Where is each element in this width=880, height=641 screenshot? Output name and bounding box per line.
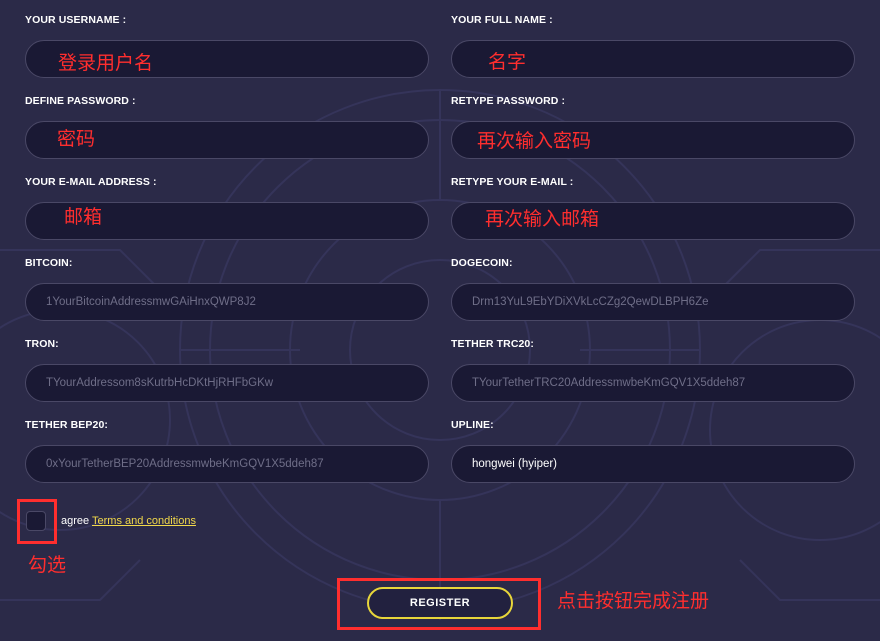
tether-trc20-input[interactable]: TYourTetherTRC20AddressmwbeKmGQV1X5ddeh8… bbox=[451, 364, 855, 402]
tron-input[interactable]: TYourAddressom8sKutrbHcDKtHjRHFbGKw bbox=[25, 364, 429, 402]
retype-email-annotation: 再次输入邮箱 bbox=[485, 209, 600, 230]
agree-text: agree Terms and conditions bbox=[61, 515, 196, 527]
email-annotation: 邮箱 bbox=[64, 207, 103, 228]
username-label: YOUR USERNAME : bbox=[25, 14, 127, 26]
agree-label: agree bbox=[61, 515, 90, 527]
bitcoin-label: BITCOIN: bbox=[25, 257, 73, 269]
retype-email-label: RETYPE YOUR E-MAIL : bbox=[451, 176, 574, 188]
dogecoin-label: DOGECOIN: bbox=[451, 257, 513, 269]
retype-password-label: RETYPE PASSWORD : bbox=[451, 95, 566, 107]
tether-trc20-label: TETHER TRC20: bbox=[451, 338, 534, 350]
full-name-label: YOUR FULL NAME : bbox=[451, 14, 553, 26]
register-button[interactable]: REGISTER bbox=[367, 587, 513, 619]
tether-bep20-label: TETHER BEP20: bbox=[25, 419, 108, 431]
checkbox-annotation: 勾选 bbox=[28, 555, 67, 576]
full-name-annotation: 名字 bbox=[488, 52, 527, 73]
retype-password-annotation: 再次输入密码 bbox=[477, 131, 592, 152]
tether-bep20-input[interactable]: 0xYourTetherBEP20AddressmwbeKmGQV1X5ddeh… bbox=[25, 445, 429, 483]
upline-label: UPLINE: bbox=[451, 419, 494, 431]
upline-input[interactable]: hongwei (hyiper) bbox=[451, 445, 855, 483]
bitcoin-input[interactable]: 1YourBitcoinAddressmwGAiHnxQWP8J2 bbox=[25, 283, 429, 321]
password-annotation: 密码 bbox=[57, 129, 96, 150]
username-annotation: 登录用户名 bbox=[58, 53, 154, 74]
agree-checkbox[interactable] bbox=[26, 511, 46, 531]
register-annotation: 点击按钮完成注册 bbox=[557, 591, 710, 612]
password-label: DEFINE PASSWORD : bbox=[25, 95, 136, 107]
tron-label: TRON: bbox=[25, 338, 59, 350]
dogecoin-input[interactable]: Drm13YuL9EbYDiXVkLcCZg2QewDLBPH6Ze bbox=[451, 283, 855, 321]
terms-link[interactable]: Terms and conditions bbox=[92, 515, 196, 527]
email-label: YOUR E-MAIL ADDRESS : bbox=[25, 176, 157, 188]
